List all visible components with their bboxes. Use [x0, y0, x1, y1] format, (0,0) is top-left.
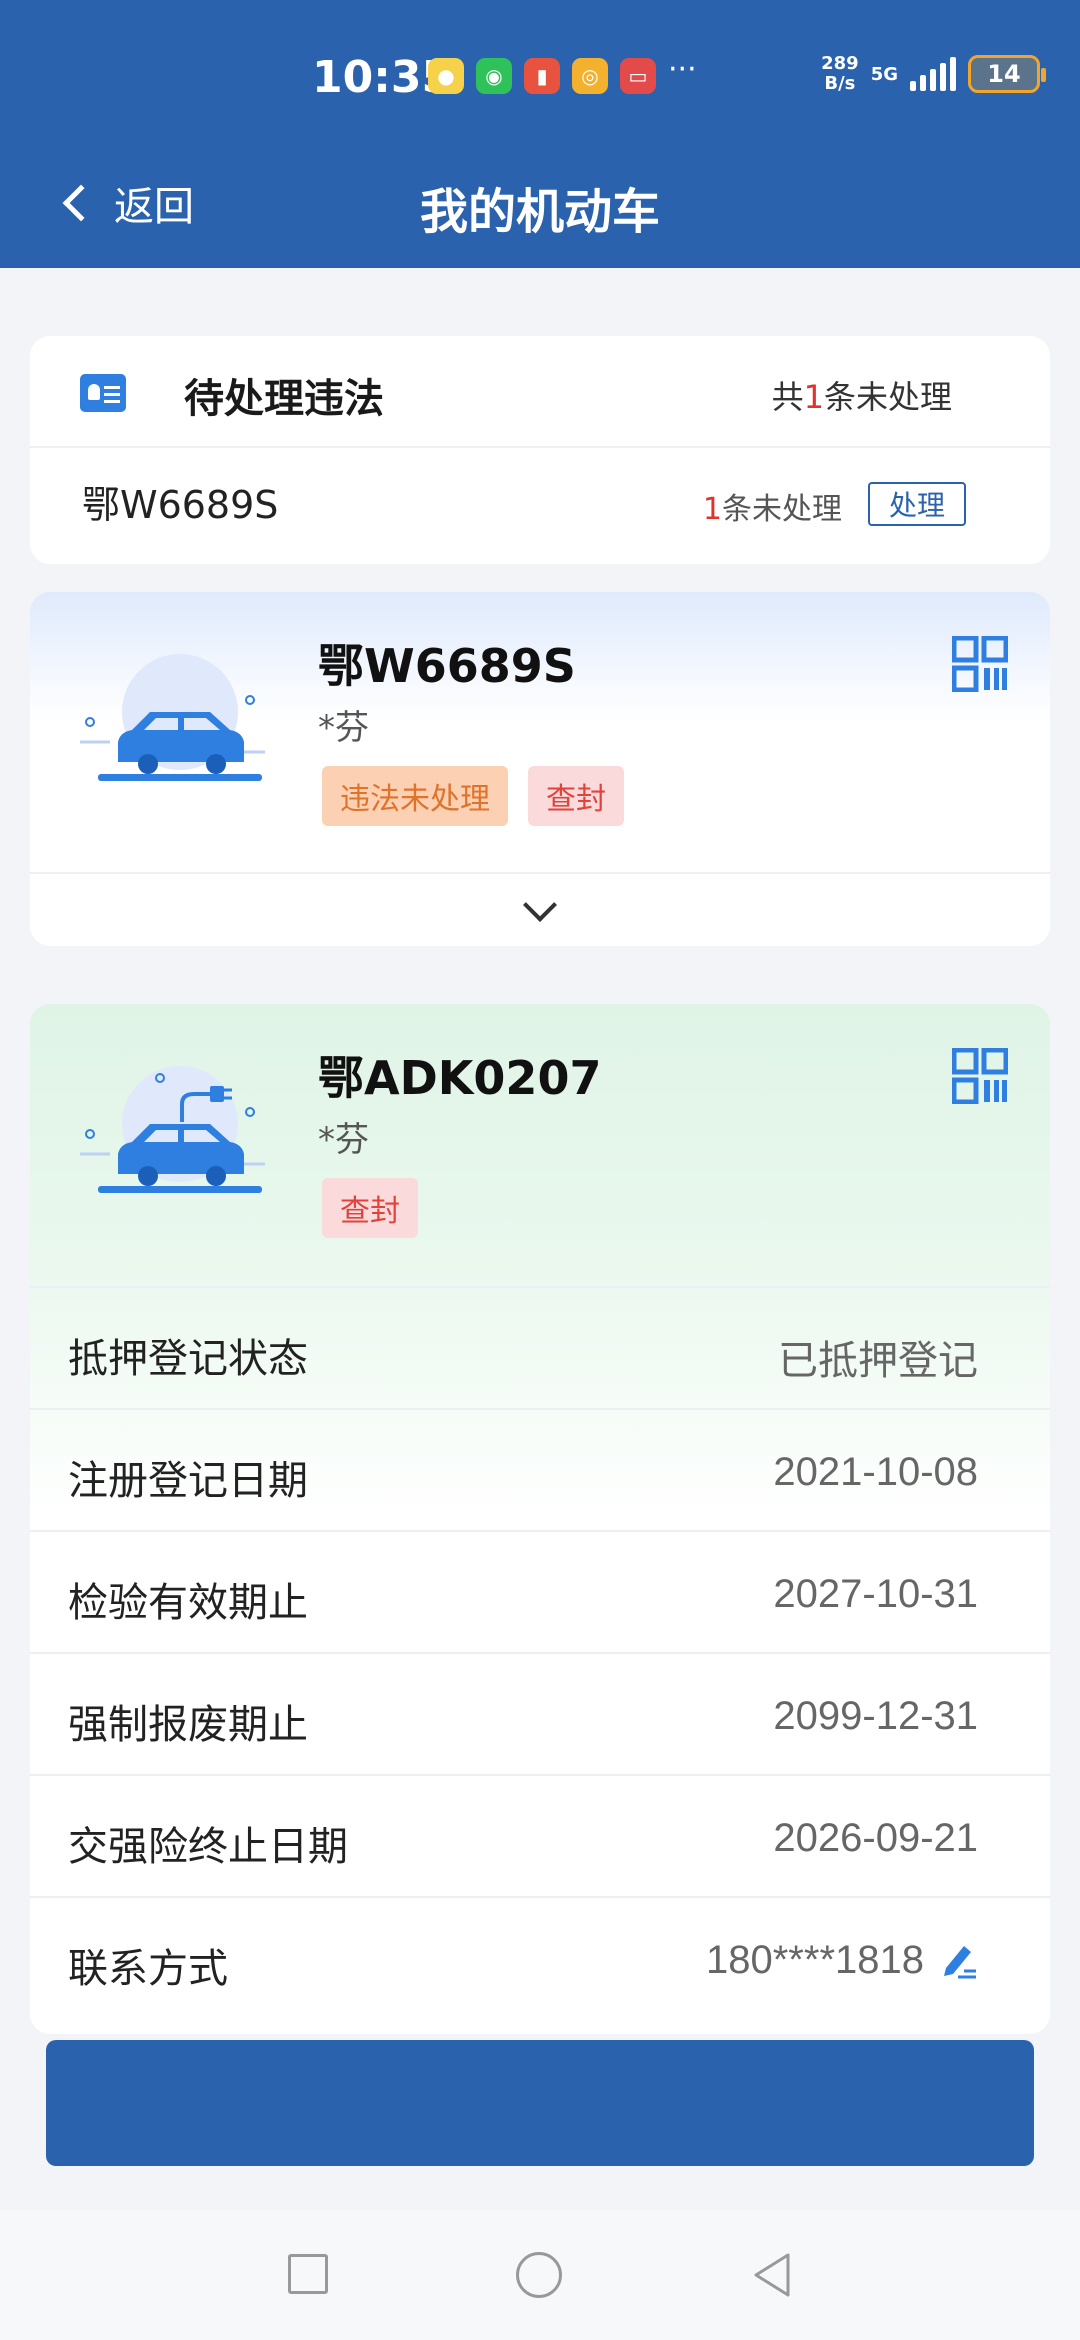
pending-violations-card: 待处理违法 共1条未处理 鄂W6689S 1条未处理 处理 [30, 336, 1050, 564]
tag-violation-unprocessed: 违法未处理 [322, 766, 508, 826]
home-icon[interactable] [516, 2252, 562, 2298]
detail-row-mortgage: 抵押登记状态 已抵押登记 [30, 1286, 1050, 1408]
process-button[interactable]: 处理 [868, 482, 966, 526]
battery-icon: 14 [968, 55, 1046, 93]
edit-icon[interactable] [938, 1940, 978, 1980]
back-triangle-icon[interactable] [748, 2250, 796, 2300]
vehicle-owner: *芬 [318, 1120, 369, 1160]
tag-seized: 查封 [322, 1178, 418, 1238]
system-nav-bar [0, 2210, 1080, 2340]
id-card-icon [80, 374, 126, 412]
qr-code-icon[interactable] [952, 636, 1008, 692]
app-notification-icon: ▭ [620, 58, 656, 94]
tag-seized: 查封 [528, 766, 624, 826]
detail-row-scrap-date: 强制报废期止 2099-12-31 [30, 1652, 1050, 1774]
expand-button[interactable] [30, 872, 1050, 946]
detail-row-insurance-expiry: 交强险终止日期 2026-09-21 [30, 1774, 1050, 1896]
car-icon [80, 654, 265, 781]
chevron-down-icon [523, 888, 557, 922]
detail-row-inspection-expiry: 检验有效期止 2027-10-31 [30, 1530, 1050, 1652]
vehicle-details: 抵押登记状态 已抵押登记 注册登记日期 2021-10-08 检验有效期止 20… [30, 1286, 1050, 2018]
more-notifications-icon: ··· [668, 52, 697, 87]
notification-icons: ● ◉ ▮ ◎ ▭ [428, 58, 656, 94]
vehicle-tags: 违法未处理 查封 [322, 766, 624, 826]
violations-header: 待处理违法 共1条未处理 [30, 336, 1050, 448]
net-speed: 289 B/s [821, 53, 859, 94]
app-notification-icon: ▮ [524, 58, 560, 94]
page-title: 我的机动车 [419, 184, 660, 240]
app-header: 10:35 ● ◉ ▮ ◎ ▭ ··· 289 B/s 5G 14 返回 我的机… [0, 0, 1080, 268]
vehicle-plate: 鄂W6689S [318, 639, 576, 693]
electric-car-icon [80, 1066, 265, 1193]
violation-count: 1条未处理 [702, 492, 842, 527]
vehicle-owner: *芬 [318, 708, 369, 748]
signal-icon [910, 57, 956, 91]
weibo-icon: ◎ [572, 58, 608, 94]
network-type: 5G [870, 63, 898, 85]
app-notification-icon: ● [428, 58, 464, 94]
detail-row-registration-date: 注册登记日期 2021-10-08 [30, 1408, 1050, 1530]
wechat-icon: ◉ [476, 58, 512, 94]
detail-row-contact: 联系方式 180****1818 [30, 1896, 1050, 2018]
vehicle-card[interactable]: 鄂W6689S *芬 违法未处理 查封 [30, 592, 1050, 946]
qr-code-icon[interactable] [952, 1048, 1008, 1104]
nav-bar: 返回 我的机动车 [0, 160, 1080, 246]
violations-total: 共1条未处理 [771, 378, 952, 416]
violation-plate: 鄂W6689S [82, 483, 279, 527]
vehicle-card[interactable]: 鄂ADK0207 *芬 查封 抵押登记状态 已抵押登记 注册登记日期 2021-… [30, 1004, 1050, 2034]
violations-title: 待处理违法 [184, 376, 384, 422]
vehicle-plate: 鄂ADK0207 [318, 1051, 602, 1105]
bottom-action-button[interactable] [46, 2040, 1034, 2166]
vehicle-tags: 查封 [322, 1178, 418, 1238]
status-right: 289 B/s 5G 14 [821, 53, 1046, 94]
recent-apps-icon[interactable] [288, 2254, 328, 2294]
status-bar: 10:35 ● ◉ ▮ ◎ ▭ ··· 289 B/s 5G 14 [0, 48, 1080, 112]
